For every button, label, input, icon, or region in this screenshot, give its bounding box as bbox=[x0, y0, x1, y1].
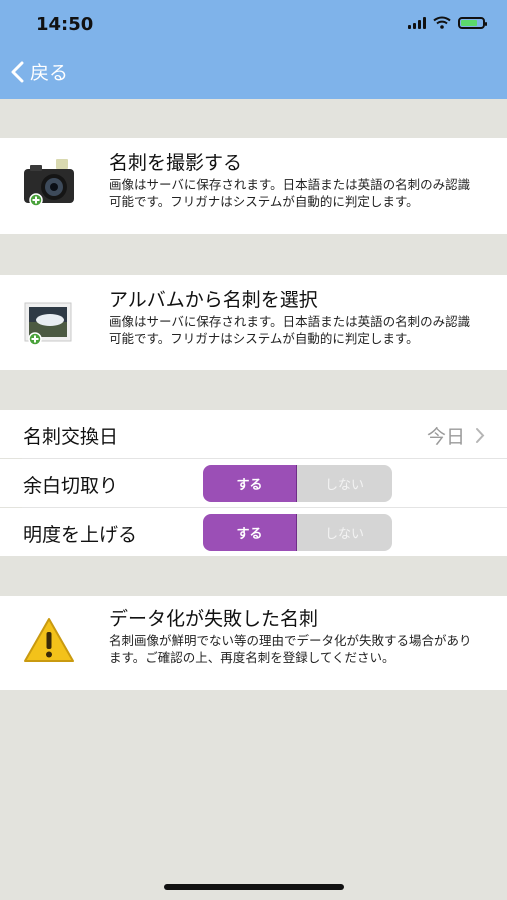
status-icons bbox=[408, 16, 487, 29]
trim-margin-off-option[interactable]: しない bbox=[297, 465, 392, 502]
trim-margin-label: 余白切取り bbox=[23, 475, 119, 497]
take-photo-card[interactable]: 名刺を撮影する 画像はサーバに保存されます。日本語または英語の名刺のみ認識可能で… bbox=[0, 138, 507, 234]
battery-icon bbox=[458, 16, 487, 29]
chevron-right-icon bbox=[476, 428, 485, 443]
brightness-on-option[interactable]: する bbox=[203, 514, 297, 551]
cellular-signal-icon bbox=[408, 16, 426, 29]
chevron-left-icon bbox=[11, 61, 24, 82]
take-photo-description: 画像はサーバに保存されます。日本語または英語の名刺のみ認識可能です。フリガナはシ… bbox=[109, 177, 471, 209]
trim-margin-on-option[interactable]: する bbox=[203, 465, 297, 502]
home-indicator bbox=[164, 884, 344, 890]
failed-cards-title: データ化が失敗した名刺 bbox=[109, 608, 319, 630]
trim-margin-toggle[interactable]: する しない bbox=[203, 465, 392, 502]
camera-icon bbox=[24, 159, 74, 207]
photo-album-icon bbox=[24, 302, 72, 346]
trim-margin-row: 余白切取り する しない bbox=[0, 459, 507, 507]
brightness-toggle[interactable]: する しない bbox=[203, 514, 392, 551]
exchange-date-value: 今日 bbox=[426, 426, 465, 448]
brightness-label: 明度を上げる bbox=[23, 524, 138, 546]
brightness-off-option[interactable]: しない bbox=[297, 514, 392, 551]
back-button[interactable]: 戻る bbox=[10, 58, 68, 85]
failed-cards-description: 名刺画像が鮮明でない等の理由でデータ化が失敗する場合があります。ご確認の上、再度… bbox=[109, 633, 472, 665]
exchange-date-value-group: 今日 bbox=[427, 422, 485, 449]
select-from-album-description: 画像はサーバに保存されます。日本語または英語の名刺のみ認識可能です。フリガナはシ… bbox=[109, 314, 471, 346]
select-from-album-card[interactable]: アルバムから名刺を選択 画像はサーバに保存されます。日本語または英語の名刺のみ認… bbox=[0, 275, 507, 370]
status-time: 14:50 bbox=[36, 14, 94, 35]
exchange-date-row[interactable]: 名刺交換日 今日 bbox=[0, 410, 507, 458]
navigation-header: 14:50 戻る bbox=[0, 0, 507, 99]
brightness-row: 明度を上げる する しない bbox=[0, 508, 507, 556]
warning-icon bbox=[24, 618, 74, 662]
failed-cards-card[interactable]: データ化が失敗した名刺 名刺画像が鮮明でない等の理由でデータ化が失敗する場合があ… bbox=[0, 596, 507, 690]
select-from-album-title: アルバムから名刺を選択 bbox=[109, 289, 318, 311]
take-photo-title: 名刺を撮影する bbox=[109, 152, 243, 174]
back-label: 戻る bbox=[30, 62, 69, 84]
exchange-date-label: 名刺交換日 bbox=[23, 426, 119, 448]
wifi-icon bbox=[433, 16, 451, 29]
